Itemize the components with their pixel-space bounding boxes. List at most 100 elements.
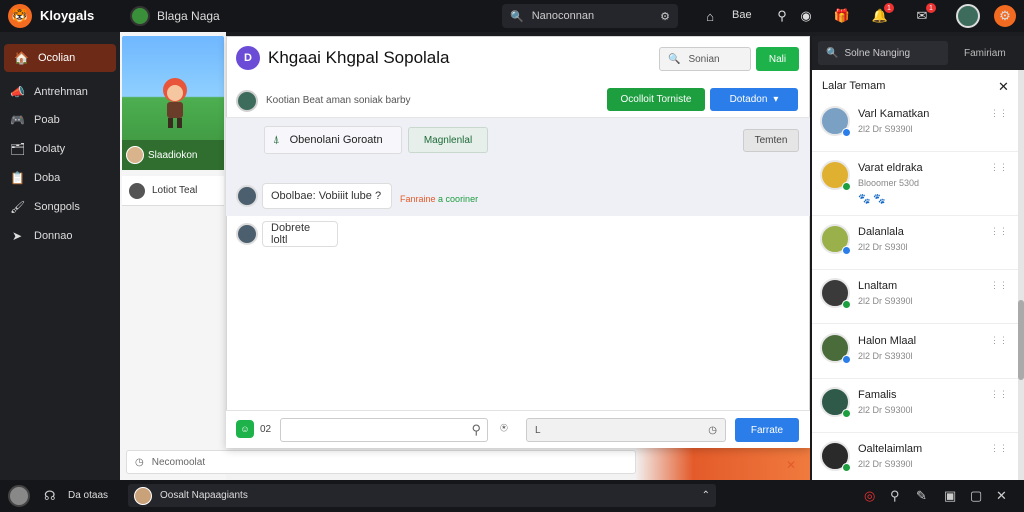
pinned-message[interactable]: ⍋ Obenolani Goroatn xyxy=(264,126,402,154)
pencil-icon[interactable]: ✎ xyxy=(916,488,927,504)
right-search-text: Solne Nanging xyxy=(844,47,911,59)
avatar[interactable] xyxy=(236,90,258,112)
game-character-icon xyxy=(163,78,187,128)
user-avatar[interactable] xyxy=(956,4,980,28)
location-icon[interactable]: ⚲ xyxy=(772,6,792,26)
contact-list-title: Lalar Temam xyxy=(822,80,886,92)
more-icon[interactable]: ⋮⋮ xyxy=(990,280,1008,291)
pinned-right-button[interactable]: Temten xyxy=(743,129,799,152)
message-input[interactable]: L ◷ xyxy=(526,418,726,442)
screen-icon[interactable]: ▣ xyxy=(944,488,956,504)
sidebar-item-3[interactable]: 🗂 Dolaty xyxy=(0,135,120,163)
more-icon[interactable]: ⋮⋮ xyxy=(990,443,1008,454)
home-label[interactable]: Bae xyxy=(732,9,752,21)
window-icon[interactable]: ▢ xyxy=(970,488,982,504)
notification-icon[interactable]: 🔔 1 xyxy=(870,3,894,26)
list-item[interactable]: Varat eldraka Blooomer 530d 🐾 🐾 ⋮⋮ xyxy=(812,152,1018,216)
top-search-bar[interactable]: 🔍 Nanoconnan ⚙ xyxy=(502,4,678,28)
headset-icon[interactable]: ☊ xyxy=(44,488,56,504)
avatar[interactable] xyxy=(8,485,30,507)
scrollbar[interactable] xyxy=(1018,70,1024,480)
blue-action-button[interactable]: Dotadon ▾ xyxy=(710,88,798,111)
message-bubble[interactable]: Obolbae: Vobiiit lube ? xyxy=(262,183,392,209)
list-item[interactable]: Oaltelaimlam 2l2 Dr S9390l ⋮⋮ xyxy=(812,433,1018,480)
home-icon: 🏠 xyxy=(14,51,29,65)
status-dot xyxy=(842,128,851,137)
gift-icon[interactable]: 🎁 xyxy=(832,6,852,26)
scrollbar-thumb[interactable] xyxy=(1018,300,1024,380)
right-panel-tab[interactable]: Famiriam xyxy=(964,48,1006,59)
contact-sub: 2l2 Dr S9300l xyxy=(858,405,913,415)
more-icon[interactable]: ⋮⋮ xyxy=(990,335,1008,346)
bottom-note-bar[interactable]: ◷ Necomoolat xyxy=(126,450,636,474)
record-icon[interactable]: ◎ xyxy=(864,488,875,504)
more-icon[interactable]: ⋮⋮ xyxy=(990,162,1008,173)
avatar[interactable] xyxy=(236,185,258,207)
status-dot xyxy=(842,463,851,472)
clipboard-icon: 📋 xyxy=(10,171,25,185)
send-icon: ➤ xyxy=(11,229,23,243)
filter-icon[interactable]: ⚙ xyxy=(660,10,670,23)
sidebar-item-label: Poab xyxy=(34,114,60,126)
brand-logo-icon[interactable]: 🐯 xyxy=(8,4,32,28)
close-icon[interactable]: ✕ xyxy=(998,79,1009,95)
channel-card[interactable]: Lotiot Teal xyxy=(122,176,224,206)
thumbnail-caption: Slaadiokon xyxy=(148,149,198,161)
status-icon[interactable]: ◉ xyxy=(796,6,816,26)
sidebar-item-label: Ocolian xyxy=(38,52,76,64)
brush-icon: 🖌 xyxy=(10,200,26,214)
home-icon[interactable]: ⌂ xyxy=(700,6,720,26)
green-action-button[interactable]: Ocolloit Torniste xyxy=(607,88,705,111)
send-button[interactable]: Farrate xyxy=(735,418,799,442)
dialog-go-button[interactable]: Nali xyxy=(756,47,799,71)
contact-name: Famalis xyxy=(858,389,897,401)
avatar xyxy=(126,146,144,164)
sidebar-item-4[interactable]: 📋 Doba xyxy=(0,164,120,192)
attach-icon[interactable]: ⍟ xyxy=(500,420,508,436)
message-bubble[interactable]: Dobrete loltl xyxy=(262,221,338,247)
status-dot xyxy=(842,300,851,309)
dialog-sub-text: Kootian Beat aman soniak barby xyxy=(266,95,411,106)
group-name[interactable]: Blaga Naga xyxy=(157,9,220,23)
list-item[interactable]: Dalanlala 2l2 Dr S930l ⋮⋮ xyxy=(812,216,1018,270)
status-dot xyxy=(842,182,851,191)
list-item[interactable]: Halon Mlaal 2l2 Dr S3930l ⋮⋮ xyxy=(812,325,1018,379)
right-search-input[interactable]: 🔍 Solne Nanging xyxy=(818,41,948,65)
search-icon: 🔍 xyxy=(668,53,681,65)
contact-sub: 2l2 Dr S3930l xyxy=(858,351,913,361)
more-icon[interactable]: ⋮⋮ xyxy=(990,226,1008,237)
sidebar-item-5[interactable]: 🖌 Songpols xyxy=(0,193,120,221)
more-icon[interactable]: ⋮⋮ xyxy=(990,108,1008,119)
emoji-icon[interactable]: ☺ xyxy=(236,420,254,438)
sidebar-item-label: Songpols xyxy=(34,201,80,213)
sidebar-item-label: Donnao xyxy=(34,230,73,242)
list-item[interactable]: Lnaltam 2l2 Dr S9390l ⋮⋮ xyxy=(812,270,1018,324)
sidebar-item-6[interactable]: ➤ Donnao xyxy=(0,222,120,250)
collapse-icon[interactable]: ⌃ xyxy=(702,490,710,501)
search-icon[interactable]: ⚲ xyxy=(890,488,900,504)
pin-icon: ⍋ xyxy=(273,133,280,146)
compose-input[interactable]: ⚲ xyxy=(280,418,488,442)
message-meta-red: Fanraine xyxy=(400,194,436,204)
dialog-search-input[interactable]: 🔍 Sonian xyxy=(659,47,751,71)
list-item[interactable]: Varl Kamatkan 2l2 Dr S9390l ⋮⋮ xyxy=(812,98,1018,152)
pinned-tag[interactable]: Magnlenlal xyxy=(408,127,488,153)
avatar[interactable] xyxy=(236,223,258,245)
close-icon[interactable]: ✕ xyxy=(996,488,1007,504)
settings-icon[interactable]: ⚙ xyxy=(994,5,1016,27)
bottom-input[interactable]: Oosalt Napaagiants ⌃ xyxy=(128,484,716,507)
group-avatar[interactable] xyxy=(130,6,150,26)
contact-sub: 2l2 Dr S930l xyxy=(858,242,908,252)
close-icon[interactable]: ✕ xyxy=(786,458,796,472)
sidebar-item-0[interactable]: 🏠 Ocolian xyxy=(4,44,116,72)
sidebar-item-2[interactable]: 🎮 Poab xyxy=(0,106,120,134)
message-input-value: L xyxy=(535,424,541,436)
sidebar-item-1[interactable]: 📣 Antrehman xyxy=(0,78,120,106)
clock-icon[interactable]: ◷ xyxy=(708,425,717,436)
messages-icon[interactable]: ✉ 1 xyxy=(912,3,936,26)
thumbnail-caption-bar[interactable]: Slaadiokon xyxy=(122,140,224,170)
contact-name: Dalanlala xyxy=(858,226,904,238)
contact-name: Halon Mlaal xyxy=(858,335,917,347)
more-icon[interactable]: ⋮⋮ xyxy=(990,389,1008,400)
list-item[interactable]: Famalis 2l2 Dr S9300l ⋮⋮ xyxy=(812,379,1018,433)
